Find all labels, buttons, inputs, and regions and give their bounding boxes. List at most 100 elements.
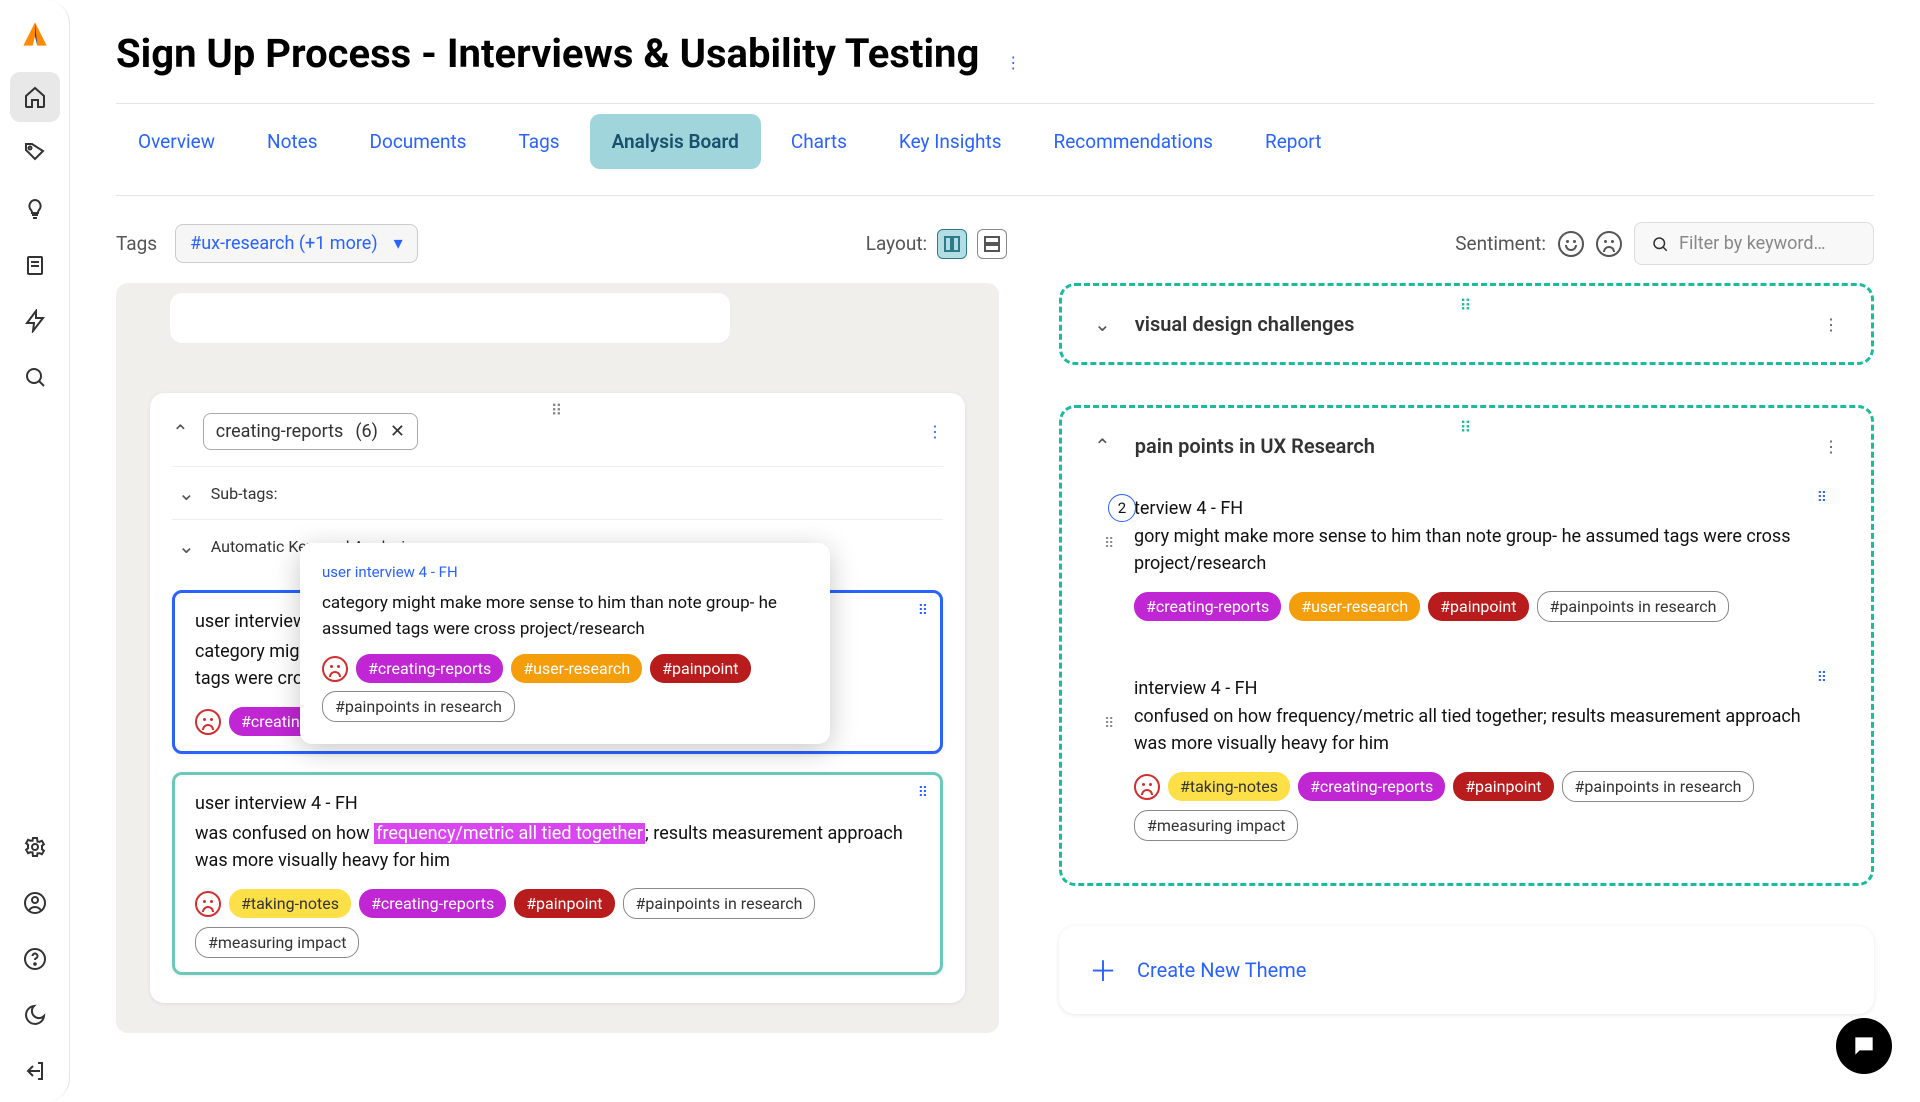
nav-account-icon[interactable] (10, 878, 60, 928)
tag-pill[interactable]: #creating-reports (1298, 772, 1445, 801)
note-drag-handle-icon[interactable]: ⠿ (918, 603, 928, 619)
theme-title: pain points in UX Research (1135, 434, 1375, 458)
nav-darkmode-icon[interactable] (10, 990, 60, 1040)
note-reorder-handle-icon[interactable]: ⠿ (1104, 536, 1114, 552)
tab-documents[interactable]: Documents (348, 114, 489, 169)
tab-charts[interactable]: Charts (769, 114, 869, 169)
app-logo (21, 20, 49, 48)
note-body: was confused on how frequency/metric all… (195, 820, 920, 874)
board-toolbar: Tags #ux-research (+1 more) ▾ Layout: Se… (116, 196, 1874, 283)
tag-pill[interactable]: #creating-reports (356, 654, 503, 683)
tag-pill[interactable]: #painpoint (514, 889, 614, 918)
nav-logout-icon[interactable] (10, 1046, 60, 1096)
group-more-icon[interactable]: ⋮ (927, 422, 943, 441)
nav-insights-icon[interactable] (10, 184, 60, 234)
search-placeholder: Filter by keyword… (1679, 233, 1826, 254)
remove-tag-icon[interactable]: ✕ (390, 421, 405, 442)
sentiment-positive-button[interactable] (1558, 231, 1584, 257)
theme-drag-handle-icon[interactable]: ⠿ (1460, 296, 1474, 315)
keyword-filter-input[interactable]: Filter by keyword… (1634, 222, 1874, 265)
theme-note-card[interactable]: ⠿ ⠿ 2 terview 4 - FH gory might make mor… (1094, 480, 1839, 638)
page-title: Sign Up Process - Interviews & Usability… (116, 30, 979, 77)
group-tag-name: creating-reports (216, 421, 344, 442)
tag-pill[interactable]: #painpoint (1453, 772, 1553, 801)
tab-analysis-board[interactable]: Analysis Board (590, 114, 761, 169)
tag-pill[interactable]: #user-research (1289, 592, 1420, 621)
popover-body: category might make more sense to him th… (322, 591, 808, 642)
tag-pill[interactable]: #user-research (511, 654, 642, 683)
tab-recommendations[interactable]: Recommendations (1032, 114, 1235, 169)
tags-label: Tags (116, 232, 157, 255)
tag-pill[interactable]: #creating-reports (1134, 592, 1281, 621)
intercom-launcher[interactable] (1836, 1018, 1892, 1074)
theme-note-body: gory might make more sense to him than n… (1134, 523, 1819, 577)
theme-note-tags: #taking-notes #creating-reports #painpoint… (1134, 771, 1819, 841)
nav-tag-icon[interactable] (10, 128, 60, 178)
create-theme-button[interactable]: ＋ Create New Theme (1059, 926, 1874, 1014)
sentiment-frown-icon (195, 891, 221, 917)
tag-pill[interactable]: #painpoints in research (623, 888, 816, 919)
tab-tags[interactable]: Tags (497, 114, 582, 169)
layout-label: Layout: (866, 232, 927, 255)
note-source: user interview 4 - FH (195, 793, 920, 814)
page-title-more-icon[interactable]: ⋮ (1005, 53, 1021, 72)
theme-drag-handle-icon[interactable]: ⠿ (1460, 418, 1474, 437)
theme-more-icon[interactable]: ⋮ (1823, 315, 1839, 334)
toggle-theme-button[interactable]: ⌃ (1094, 434, 1111, 458)
tag-pill[interactable]: #taking-notes (1168, 772, 1290, 801)
create-theme-label: Create New Theme (1137, 958, 1306, 982)
note-drag-handle-icon[interactable]: ⠿ (1817, 670, 1827, 686)
tab-notes[interactable]: Notes (245, 114, 340, 169)
layout-columns-button[interactable] (937, 229, 967, 259)
tab-report[interactable]: Report (1243, 114, 1343, 169)
nav-home[interactable] (10, 72, 60, 122)
nav-search-icon[interactable] (10, 352, 60, 402)
theme-note-card[interactable]: ⠿ ⠿ interview 4 - FH confused on how fre… (1094, 660, 1839, 857)
tab-overview[interactable]: Overview (116, 114, 237, 169)
drag-handle-icon[interactable]: ⠿ (551, 401, 565, 420)
tab-bar: OverviewNotesDocumentsTagsAnalysis Board… (116, 104, 1874, 169)
note-preview-popover: user interview 4 - FH category might mak… (300, 543, 830, 744)
nav-help-icon[interactable] (10, 934, 60, 984)
toggle-theme-button[interactable]: ⌄ (1094, 312, 1111, 336)
note-drag-handle-icon[interactable]: ⠿ (918, 785, 928, 801)
note-tag-row: #taking-notes #creating-reports #painpoint… (195, 888, 920, 958)
theme-title: visual design challenges (1135, 312, 1355, 336)
layout-rows-button[interactable] (977, 229, 1007, 259)
tab-key-insights[interactable]: Key Insights (877, 114, 1024, 169)
app-sidebar (0, 0, 70, 1102)
theme-more-icon[interactable]: ⋮ (1823, 437, 1839, 456)
expand-subtags-button[interactable]: ⌄ (178, 481, 195, 505)
popover-source: user interview 4 - FH (322, 563, 808, 581)
tag-pill[interactable]: #measuring impact (1134, 810, 1298, 841)
collapse-group-button[interactable]: ⌃ (172, 420, 189, 444)
right-column: ⠿ ⌄ visual design challenges ⋮ ⠿ ⌃ pain … (1059, 283, 1874, 1033)
collapsed-card[interactable] (170, 293, 730, 343)
theme-note-body: confused on how frequency/metric all tie… (1134, 703, 1819, 757)
theme-container: ⠿ ⌃ pain points in UX Research ⋮ ⠿ ⠿ 2 t… (1059, 405, 1874, 886)
sentiment-negative-button[interactable] (1596, 231, 1622, 257)
theme-note-tags: #creating-reports #user-research #painpoin… (1134, 591, 1819, 622)
subtags-label: Sub-tags: (211, 484, 278, 503)
tag-pill[interactable]: #creating-reports (359, 889, 506, 918)
theme-note-source: interview 4 - FH (1134, 678, 1819, 699)
note-reorder-handle-icon[interactable]: ⠿ (1104, 716, 1114, 732)
tag-pill[interactable]: #measuring impact (195, 927, 359, 958)
tag-pill[interactable]: #painpoint (650, 654, 750, 683)
tag-pill[interactable]: #taking-notes (229, 889, 351, 918)
group-tag-chip[interactable]: creating-reports (6) ✕ (203, 413, 418, 450)
note-card[interactable]: ⠿ user interview 4 - FH was confused on … (172, 772, 943, 975)
tag-pill[interactable]: #painpoints in research (1537, 591, 1730, 622)
tag-pill[interactable]: #painpoints in research (322, 691, 515, 722)
tag-pill[interactable]: #painpoint (1428, 592, 1528, 621)
sentiment-frown-icon (322, 656, 348, 682)
note-drag-handle-icon[interactable]: ⠿ (1817, 490, 1827, 506)
nav-docs-icon[interactable] (10, 240, 60, 290)
sentiment-frown-icon (1134, 774, 1160, 800)
tags-filter-dropdown[interactable]: #ux-research (+1 more) ▾ (175, 224, 418, 263)
tag-pill[interactable]: #painpoints in research (1562, 771, 1755, 802)
stack-count-badge: 2 (1108, 494, 1136, 522)
expand-keywords-button[interactable]: ⌄ (178, 534, 195, 558)
nav-settings-icon[interactable] (10, 822, 60, 872)
nav-bolt-icon[interactable] (10, 296, 60, 346)
